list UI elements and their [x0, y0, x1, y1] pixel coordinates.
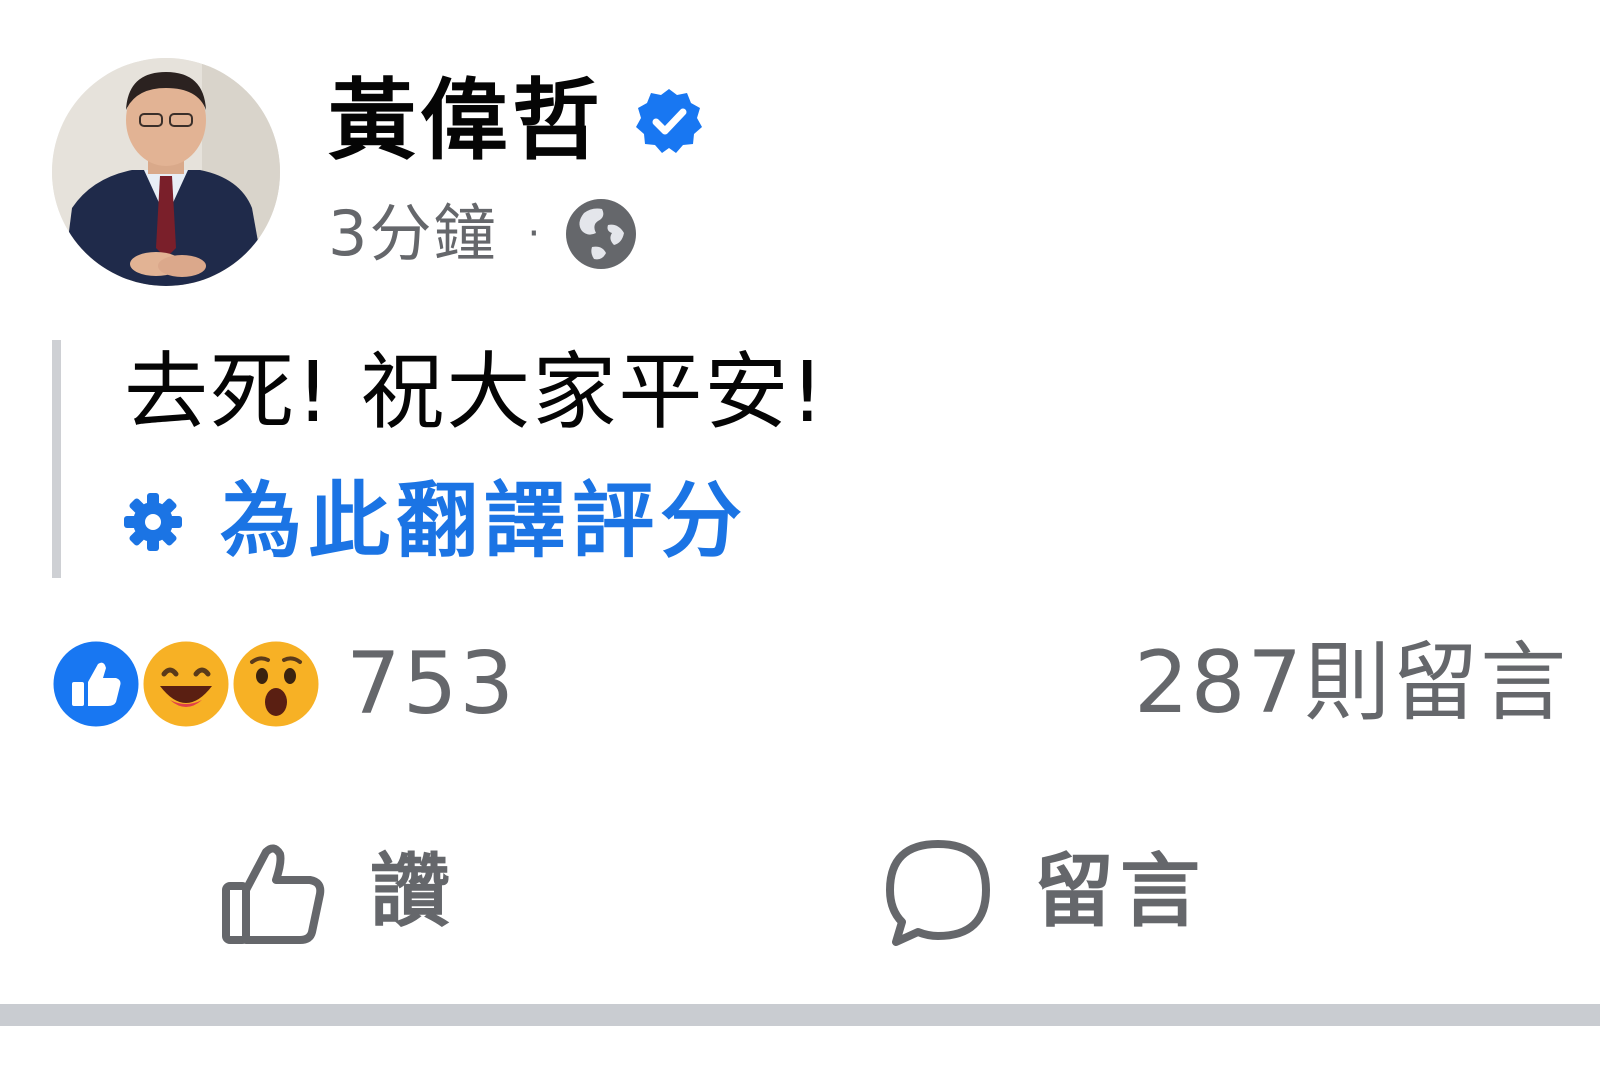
wow-reaction-icon: [230, 638, 322, 730]
globe-icon[interactable]: [562, 195, 640, 273]
author-name[interactable]: 黃偉哲: [328, 77, 604, 165]
post-meta: 3分鐘 ·: [328, 194, 640, 274]
post-text: 去死! 祝大家平安!: [124, 343, 827, 441]
rate-translation-link[interactable]: 為此翻譯評分: [120, 472, 748, 572]
facebook-post: 黃偉哲 3分鐘 · 去死! 祝大家平安! 為此翻譯評分 753 287則留言 讚…: [0, 0, 1600, 1066]
comment-bubble-icon: [882, 836, 994, 948]
like-button[interactable]: 讚: [218, 832, 456, 952]
rate-translation-label: 為此翻譯評分: [220, 474, 749, 569]
like-label: 讚: [370, 845, 456, 938]
comment-count[interactable]: 287則留言: [1134, 640, 1568, 726]
post-divider: [0, 1004, 1600, 1026]
author-header: 黃偉哲: [328, 66, 704, 176]
reaction-count: 753: [346, 634, 517, 734]
post-timestamp[interactable]: 3分鐘: [328, 203, 497, 265]
comment-label: 留言: [1034, 845, 1206, 938]
comment-button[interactable]: 留言: [882, 832, 1206, 952]
gear-icon: [120, 489, 186, 555]
translation-quote-bar: [52, 340, 61, 578]
meta-separator: ·: [527, 211, 541, 257]
author-avatar[interactable]: [52, 58, 280, 286]
haha-reaction-icon: [140, 638, 232, 730]
thumbs-up-icon: [218, 836, 330, 948]
like-reaction-icon: [50, 638, 142, 730]
verified-badge-icon: [634, 86, 704, 156]
avatar-photo: [52, 58, 280, 286]
reaction-summary[interactable]: 753: [50, 638, 516, 730]
